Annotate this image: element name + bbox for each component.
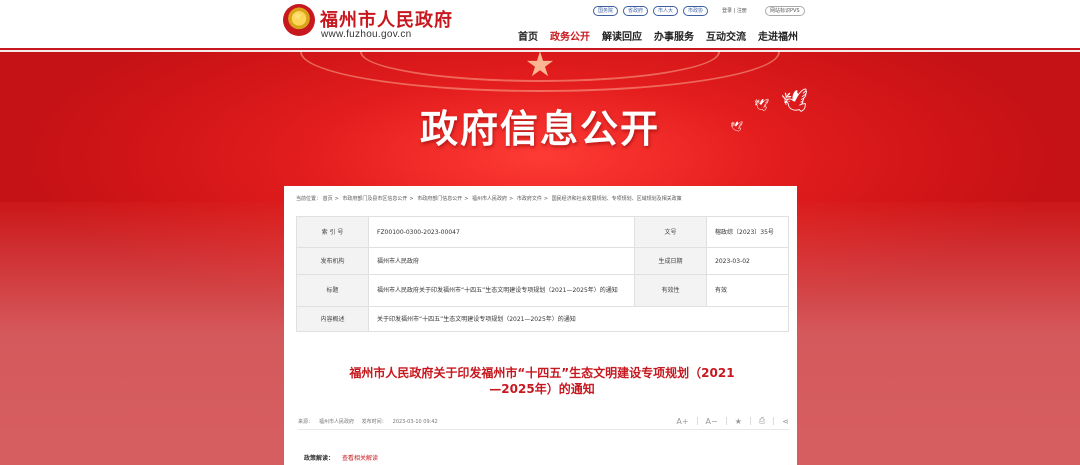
pubtime-value: 2023-03-10 09:42 xyxy=(392,419,438,425)
doc-tools: A+ A− ★ ⎙ ⋖ xyxy=(676,416,789,426)
validity-value: 有效 xyxy=(706,274,789,307)
dove-icon: 🕊 xyxy=(754,98,770,112)
font-increase-button[interactable]: A+ xyxy=(676,417,688,426)
banner-title: 政府信息公开 xyxy=(420,107,661,151)
national-emblem-icon: ★ xyxy=(283,4,315,36)
document-title: 福州市人民政府关于印发福州市“十四五”生态文明建设专项规划（2021—2025年… xyxy=(349,366,735,396)
nav-services[interactable]: 办事服务 xyxy=(654,28,694,43)
top-link-state-council[interactable]: 国务院 xyxy=(593,6,619,16)
site-mark-pill[interactable]: 网站标识PVS xyxy=(765,6,805,16)
banner-star-icon: ★ xyxy=(524,52,556,85)
share-icon[interactable]: ⋖ xyxy=(782,417,789,426)
divider xyxy=(749,417,751,425)
policy-interpretation: 政策解读： 查看相关解读 xyxy=(304,453,378,462)
breadcrumb-item[interactable]: 首页 xyxy=(323,196,333,202)
nav-gov-affairs[interactable]: 政务公开 xyxy=(550,28,590,43)
publisher-value: 福州市人民政府 xyxy=(368,247,635,275)
summary-value: 关于印发福州市“十四五”生态文明建设专项规划（2021—2025年）的通知 xyxy=(368,306,789,332)
breadcrumb-item[interactable]: 国民经济和社会发展规划、专项规划、区域规划及相关政策 xyxy=(552,196,682,202)
breadcrumb-item[interactable]: 福州市人民政府 xyxy=(472,196,507,202)
publisher-label: 发布机构 xyxy=(296,247,369,275)
breadcrumb-item[interactable]: 市政府部门及县市区信息公开 xyxy=(342,196,407,202)
nav-home[interactable]: 首页 xyxy=(518,28,538,43)
font-decrease-button[interactable]: A− xyxy=(706,417,718,426)
nav-about-fuzhou[interactable]: 走进福州 xyxy=(758,28,798,43)
source-value: 福州市人民政府 xyxy=(319,419,355,425)
validity-label: 有效性 xyxy=(634,274,707,307)
site-header: ★ 福州市人民政府 www.fuzhou.gov.cn 国务院 省政府 市人大 … xyxy=(0,0,1080,50)
docno-label: 文号 xyxy=(634,216,707,248)
print-icon[interactable]: ⎙ xyxy=(759,416,765,426)
breadcrumb: 当前位置： 首页 > 市政府部门及县市区信息公开 > 市政府部门信息公开 > 福州市人… xyxy=(296,196,682,202)
doc-info: 来源： 福州市人民政府 发布时间： 2023-03-10 09:42 xyxy=(298,418,444,425)
main-nav: 首页 政务公开 解读回应 办事服务 互动交流 走进福州 xyxy=(518,28,798,43)
divider xyxy=(773,417,775,425)
divider xyxy=(725,417,727,425)
pubtime-label: 发布时间： xyxy=(361,419,387,425)
content-card: 当前位置： 首页 > 市政府部门及县市区信息公开 > 市政府部门信息公开 > 福州市人… xyxy=(284,186,797,465)
date-label: 生成日期 xyxy=(634,247,707,275)
breadcrumb-prefix: 当前位置： xyxy=(296,196,322,202)
site-url: www.fuzhou.gov.cn xyxy=(321,29,412,40)
summary-label: 内容概述 xyxy=(296,306,369,332)
docno-value: 榕政综〔2023〕35号 xyxy=(706,216,789,248)
nav-interaction[interactable]: 互动交流 xyxy=(706,28,746,43)
index-value: FZ00100-0300-2023-00047 xyxy=(368,216,635,248)
breadcrumb-item[interactable]: 市政府文件 xyxy=(517,196,542,202)
index-label: 索 引 号 xyxy=(296,216,369,248)
title-value: 福州市人民政府关于印发福州市“十四五”生态文明建设专项规划（2021—2025年… xyxy=(368,274,635,307)
policy-label: 政策解读： xyxy=(304,455,335,462)
nav-interpretation[interactable]: 解读回应 xyxy=(602,28,642,43)
source-label: 来源： xyxy=(298,419,314,425)
date-value: 2023-03-02 xyxy=(706,247,789,275)
doc-meta-table: 索 引 号 FZ00100-0300-2023-00047 文号 榕政综〔202… xyxy=(296,216,789,332)
top-link-cppcc[interactable]: 市政协 xyxy=(683,6,709,16)
dove-icon: 🕊 xyxy=(730,122,743,133)
top-link-peoples-congress[interactable]: 市人大 xyxy=(653,6,679,16)
policy-link[interactable]: 查看相关解读 xyxy=(342,455,378,462)
top-links: 国务院 省政府 市人大 市政协 xyxy=(593,6,709,16)
favorite-icon[interactable]: ★ xyxy=(735,417,742,426)
divider xyxy=(696,417,698,425)
top-link-province[interactable]: 省政府 xyxy=(623,6,649,16)
login-register-link[interactable]: 登录 | 注册 xyxy=(722,7,747,14)
breadcrumb-item[interactable]: 市政府部门信息公开 xyxy=(417,196,462,202)
dove-icon: 🕊 xyxy=(780,87,812,118)
title-label: 标题 xyxy=(296,274,369,307)
doc-info-bar: 来源： 福州市人民政府 发布时间： 2023-03-10 09:42 A+ A− ★… xyxy=(298,416,789,430)
